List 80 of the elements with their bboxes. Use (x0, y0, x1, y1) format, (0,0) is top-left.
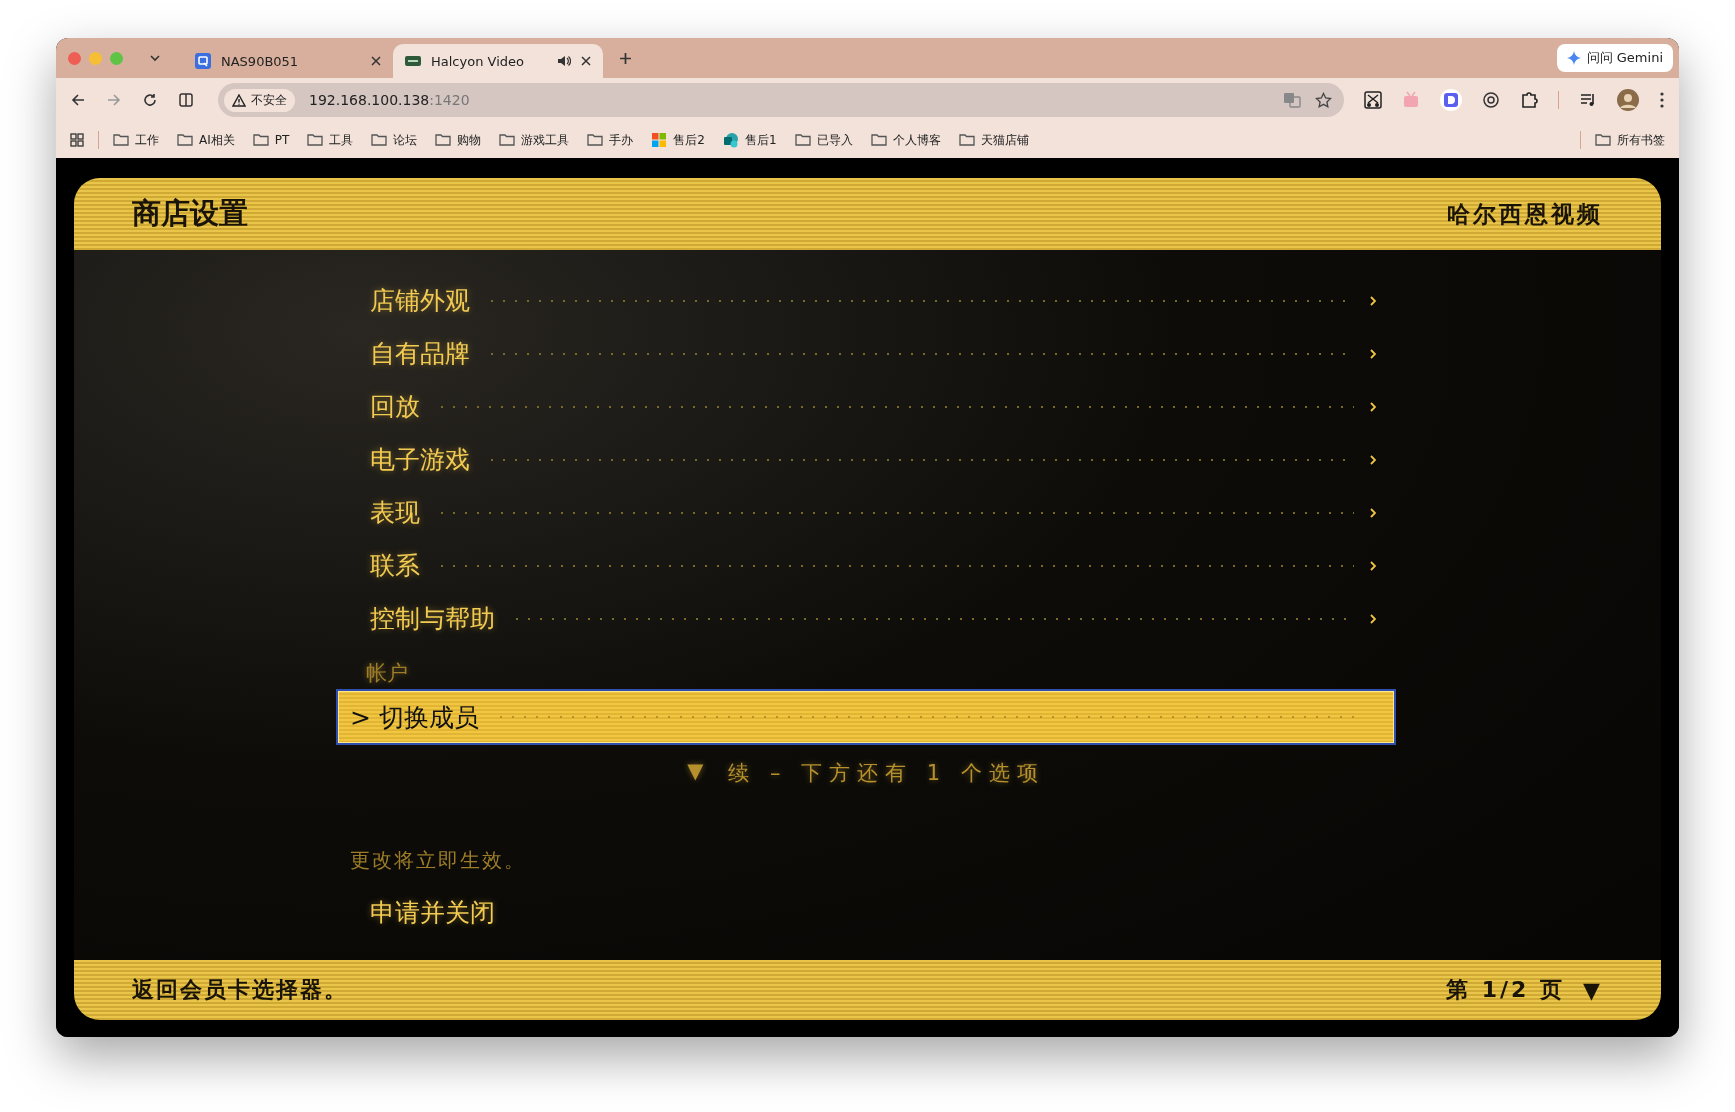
scissors-icon[interactable] (1364, 91, 1382, 109)
bookmark[interactable]: AI相关 (177, 131, 235, 149)
folder-icon (794, 132, 811, 148)
menu-item[interactable]: 电子游戏 (336, 433, 1376, 486)
section-label: 帐户 (365, 660, 409, 687)
warning-icon (232, 93, 246, 107)
bookmark[interactable]: 售后2 (651, 131, 705, 149)
folder-icon (958, 132, 975, 148)
video-app-icon (405, 56, 421, 66)
chevron-right-icon (1370, 506, 1376, 519)
brand-name: 哈尔西恩视频 (1447, 199, 1603, 229)
media-icon[interactable] (1579, 91, 1597, 109)
folder-icon (587, 132, 604, 148)
folder-icon (870, 132, 887, 148)
split-view-icon[interactable] (178, 92, 194, 108)
bookmark[interactable]: 工具 (307, 131, 354, 149)
apply-and-close-button[interactable]: 申请并关闭 (370, 892, 495, 933)
close-icon[interactable] (581, 56, 591, 66)
address-bar[interactable]: 不安全 192.168.100.138:1420 (218, 83, 1344, 117)
folder-icon (177, 132, 193, 148)
folder-icon (435, 132, 452, 148)
tab-title: Halcyon Video (431, 53, 524, 69)
bookmark[interactable]: 工作 (113, 131, 159, 149)
all-bookmarks[interactable]: 所有书签 (1595, 131, 1665, 149)
folder-icon (307, 132, 324, 148)
back-icon[interactable] (70, 92, 86, 108)
bookmark[interactable]: 已导入 (794, 131, 853, 149)
apps-grid-icon[interactable] (70, 133, 84, 147)
bookmark[interactable]: 天猫店铺 (958, 131, 1029, 149)
extension-icon[interactable] (1440, 89, 1462, 111)
puzzle-icon[interactable] (1520, 91, 1538, 109)
bookmark[interactable]: 游戏工具 (499, 131, 570, 149)
security-chip[interactable]: 不安全 (224, 88, 295, 112)
more-icon[interactable] (1659, 91, 1665, 109)
down-arrow-icon: ▼ (687, 759, 711, 787)
chevron-right-icon (1370, 400, 1376, 413)
gemini-button[interactable]: 问问 Gemini (1556, 44, 1673, 72)
menu-item[interactable]: 回放 (336, 380, 1376, 433)
tab-title: NAS90B051 (221, 53, 299, 69)
down-arrow-icon[interactable]: ▼ (1583, 977, 1603, 1003)
new-tab-icon[interactable] (619, 51, 632, 65)
folder-icon (252, 132, 269, 148)
reload-icon[interactable] (142, 92, 158, 108)
menu-item[interactable]: > 切换成员 (336, 689, 1396, 745)
url-text: 192.168.100.138:1420 (309, 92, 470, 108)
star-icon[interactable] (1315, 91, 1332, 109)
browser-tab[interactable]: Halcyon Video (393, 44, 603, 78)
bookmark[interactable]: 售后1 (722, 131, 777, 149)
app-icon (722, 132, 739, 148)
chevron-right-icon (1370, 347, 1376, 360)
avatar-icon[interactable] (1617, 89, 1639, 111)
menu-item[interactable]: 控制与帮助 (336, 592, 1376, 645)
folder-icon (1595, 132, 1611, 148)
menu-item[interactable]: 店铺外观 (336, 274, 1376, 327)
app-icon (195, 53, 211, 69)
bookmark[interactable]: 购物 (435, 131, 482, 149)
folder-icon (371, 132, 388, 148)
page-title: 商店设置 (132, 195, 248, 232)
sparkle-icon (1566, 51, 1581, 65)
chevron-down-icon[interactable] (149, 52, 161, 64)
note-text: 更改将立即生效。 (350, 847, 527, 874)
menu-item[interactable]: 联系 (336, 539, 1376, 592)
chevron-right-icon (1370, 294, 1376, 307)
more-options-text: 续 – 下方还有 1 个选项 (728, 760, 1045, 787)
bookmark[interactable]: 个人博客 (870, 131, 941, 149)
footer-hint: 返回会员卡选择器。 (132, 976, 348, 1004)
folder-icon (113, 132, 129, 148)
menu-item[interactable]: 表现 (336, 486, 1376, 539)
chevron-right-icon (1370, 453, 1376, 466)
bookmark[interactable]: 手办 (587, 131, 634, 149)
tiles-icon (651, 132, 668, 148)
folder-icon (499, 132, 516, 148)
browser-tab[interactable]: NAS90B051 (183, 44, 393, 78)
bookmark[interactable]: PT (252, 131, 290, 149)
chevron-right-icon (1370, 612, 1376, 625)
page-indicator: 第 1/2 页 (1446, 976, 1566, 1004)
bookmark[interactable]: 论坛 (371, 131, 418, 149)
chevron-right-icon (1370, 559, 1376, 572)
close-icon[interactable] (371, 56, 381, 66)
menu-item[interactable]: 自有品牌 (336, 327, 1376, 380)
